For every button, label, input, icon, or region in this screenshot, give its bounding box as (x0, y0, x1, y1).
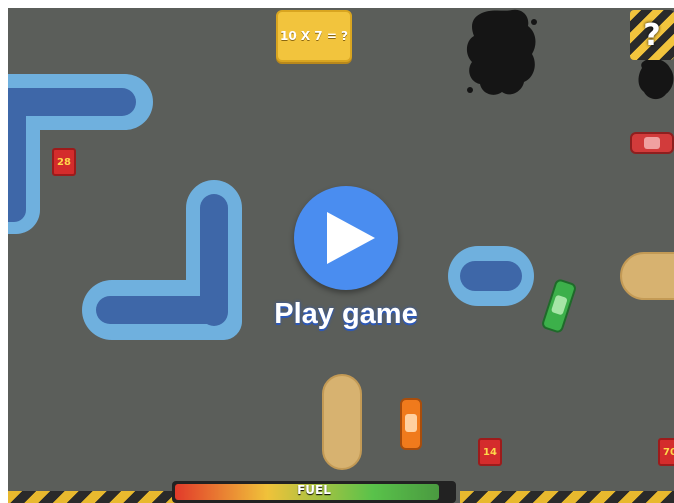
fuel-can-value: 70 (663, 446, 674, 458)
oil-spill-icon (466, 9, 537, 95)
orange-car (400, 398, 422, 450)
red-car (630, 132, 674, 154)
play-game-label[interactable]: Play game (248, 298, 444, 331)
water-pool-center (82, 180, 242, 340)
game-canvas[interactable]: 10 X 7 = ? ? 28 14 70 Play game FUEL (8, 8, 674, 503)
sand-patch-right (620, 252, 674, 300)
hazard-strip-left (8, 491, 176, 503)
hazard-strip-right (460, 491, 674, 503)
water-pool-right (448, 246, 534, 306)
help-button[interactable]: ? (630, 10, 674, 60)
green-car-player (540, 277, 578, 335)
question-icon: ? (643, 17, 661, 53)
fuel-can: 28 (52, 148, 76, 176)
fuel-gauge: FUEL (172, 481, 456, 503)
sand-patch-bottom (322, 374, 362, 470)
fuel-can-value: 14 (483, 446, 497, 458)
fuel-label: FUEL (297, 483, 331, 497)
play-icon (327, 212, 375, 264)
fuel-can: 14 (478, 438, 502, 466)
oil-spill-icon (638, 58, 674, 100)
math-question-text: 10 X 7 = ? (279, 29, 349, 43)
fuel-can-value: 28 (57, 156, 71, 168)
play-button[interactable] (294, 186, 398, 290)
math-question-sign: 10 X 7 = ? (276, 10, 352, 62)
fuel-can: 70 (658, 438, 674, 466)
